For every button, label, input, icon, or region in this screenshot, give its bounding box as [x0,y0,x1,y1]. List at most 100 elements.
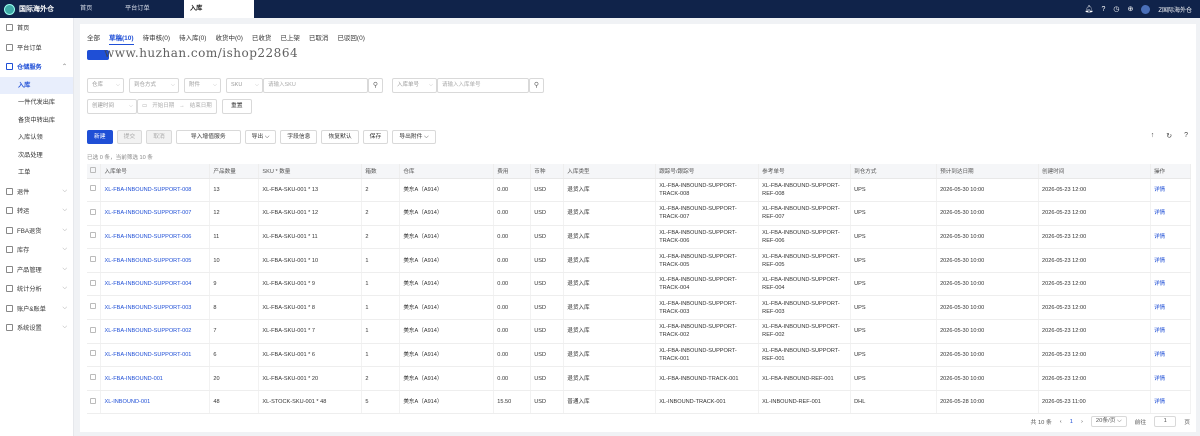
checkbox[interactable] [90,326,96,333]
status-tab[interactable]: 待审核(0) [143,32,170,45]
avatar[interactable] [1141,4,1151,14]
logo[interactable]: 国际海外仓 [0,0,74,18]
restore-default-button[interactable]: 恢复默认 [321,130,359,144]
checkbox[interactable] [90,303,96,310]
column-header[interactable]: 币种 [530,164,565,179]
sidebar-item[interactable]: 系统设置 ⌵ [0,318,73,338]
export-attachment-button[interactable]: 导出附件 ⌵ [392,130,436,144]
table-row[interactable]: XL-FBA-INBOUND-SUPPORT-007 12 XL-FBA-SKU-0… [87,201,1192,226]
column-header[interactable]: 入库单号 [100,164,211,179]
detail-link[interactable]: 详情 [1150,319,1192,344]
sidebar-item-sub[interactable]: 备货中转出库 [0,112,73,130]
sku-search-button[interactable]: ⚲ [368,78,383,93]
start-date[interactable]: 开始日期 [152,100,174,113]
sidebar-item-sub[interactable]: 入库认领 [0,129,73,147]
clock-icon[interactable]: ◷ [1113,5,1119,13]
detail-link[interactable]: 详情 [1150,295,1192,321]
status-tab[interactable]: 待入库(0) [179,32,206,45]
row-checkbox-cell[interactable] [87,366,102,391]
goto-input[interactable]: 1 [1154,416,1177,427]
detail-link[interactable]: 详情 [1150,201,1192,226]
export-button[interactable]: 导出 ⌵ [244,130,277,144]
date-range-input[interactable]: ▭ 开始日期 → 结束日期 [137,99,217,114]
table-row[interactable]: XL-FBA-INBOUND-001 20 XL-FBA-SKU-001 * 20 2… [87,366,1192,391]
checkbox[interactable] [90,350,96,357]
checkbox[interactable] [90,232,96,239]
row-checkbox-cell[interactable] [87,295,102,321]
attachment-select[interactable]: 附件 ⌵ [184,78,221,93]
inbound-no-link[interactable]: XL-FBA-INBOUND-001 [100,366,211,391]
inbound-no-select[interactable]: 入库单号 ⌵ [392,78,437,93]
inbound-no-link[interactable]: XL-FBA-INBOUND-SUPPORT-001 [100,343,211,368]
sidebar-item[interactable]: FBA退货 ⌵ [0,221,73,241]
globe-icon[interactable]: ⊕ [1127,5,1133,13]
status-tab[interactable]: 已取消 [309,32,329,45]
detail-link[interactable]: 详情 [1150,272,1192,297]
row-checkbox-cell[interactable] [87,225,102,250]
sidebar-item[interactable]: 转运 ⌵ [0,201,73,221]
import-service-button[interactable]: 导入增值服务 [175,130,241,144]
sku-type-select[interactable]: SKU ⌵ [226,78,263,93]
select-all-checkbox-cell[interactable] [87,164,102,179]
checkbox[interactable] [90,397,96,404]
sidebar-item-sub[interactable]: 次品处理 [0,147,73,165]
save-button[interactable]: 保存 [362,130,389,144]
checkbox[interactable] [90,166,96,173]
warehouse-select[interactable]: 仓库 ⌵ [87,78,124,93]
table-row[interactable]: XL-FBA-INBOUND-SUPPORT-002 7 XL-FBA-SKU-00… [87,319,1192,344]
sku-input[interactable]: 请输入SKU [263,78,368,93]
table-row[interactable]: XL-FBA-INBOUND-SUPPORT-004 9 XL-FBA-SKU-00… [87,272,1192,297]
row-checkbox-cell[interactable] [87,343,102,368]
detail-link[interactable]: 详情 [1150,366,1192,391]
sidebar-item-sub[interactable]: 工单 [0,164,73,182]
checkbox[interactable] [90,374,96,381]
checkbox[interactable] [90,208,96,215]
inbound-no-link[interactable]: XL-FBA-INBOUND-SUPPORT-006 [100,225,211,250]
sidebar-item[interactable]: 退件 ⌵ [0,182,73,202]
page-1[interactable]: 1 [1070,419,1073,425]
table-row[interactable]: XL-FBA-INBOUND-SUPPORT-005 10 XL-FBA-SKU-0… [87,248,1192,273]
table-row[interactable]: XL-INBOUND-001 48 XL-STOCK-SKU-001 * 48 5 美东… [87,390,1192,415]
tab-inbound[interactable]: 入库 [184,0,254,18]
username[interactable]: Z国际海外仓 [1158,5,1192,14]
table-row[interactable]: XL-FBA-INBOUND-SUPPORT-001 6 XL-FBA-SKU-00… [87,343,1192,368]
inbound-search-button[interactable]: ⚲ [529,78,544,93]
column-header[interactable]: 参考单号 [758,164,852,179]
field-info-button[interactable]: 字段信息 [280,130,318,144]
column-header[interactable]: 预计到达日期 [936,164,1040,179]
bell-icon[interactable]: 🔔︎ [1085,5,1094,13]
inbound-no-link[interactable]: XL-FBA-INBOUND-SUPPORT-003 [100,295,211,321]
status-tab[interactable]: 草稿(10) [109,32,134,45]
column-header[interactable]: 到仓方式 [850,164,938,179]
inbound-no-link[interactable]: XL-INBOUND-001 [100,390,211,415]
checkbox[interactable] [90,256,96,263]
inbound-no-link[interactable]: XL-FBA-INBOUND-SUPPORT-008 [100,178,211,203]
column-header[interactable]: 跟踪号/跟踪号 [655,164,760,179]
column-header[interactable]: 入库类型 [563,164,657,179]
inbound-no-link[interactable]: XL-FBA-INBOUND-SUPPORT-002 [100,319,211,344]
inbound-no-input[interactable]: 请输入入库单号 [437,78,529,93]
row-checkbox-cell[interactable] [87,248,102,273]
new-button[interactable]: 新建 [87,130,113,144]
row-checkbox-cell[interactable] [87,178,102,203]
next-page-icon[interactable]: › [1081,419,1083,425]
column-header[interactable]: 费用 [493,164,532,179]
inbound-no-link[interactable]: XL-FBA-INBOUND-SUPPORT-007 [100,201,211,226]
column-header[interactable]: 创建时间 [1038,164,1151,179]
tab-home[interactable]: 首页 [74,0,119,18]
column-header[interactable]: 操作 [1150,164,1192,179]
table-row[interactable]: XL-FBA-INBOUND-SUPPORT-008 13 XL-FBA-SKU-0… [87,178,1192,203]
inbound-no-link[interactable]: XL-FBA-INBOUND-SUPPORT-004 [100,272,211,297]
detail-link[interactable]: 详情 [1150,343,1192,368]
status-tab[interactable]: 已驳回(0) [337,32,364,45]
status-tab[interactable]: 已上架 [280,32,300,45]
status-tab[interactable]: 全部 [87,32,100,45]
status-tab[interactable]: 已收货 [252,32,272,45]
column-header[interactable]: 产品数量 [209,164,260,179]
sidebar-item-sub[interactable]: 入库 [0,76,73,94]
column-header[interactable]: 箱数 [361,164,401,179]
column-header[interactable]: 仓库 [399,164,495,179]
sidebar-item[interactable]: 账户&账单 ⌵ [0,299,73,319]
detail-link[interactable]: 详情 [1150,178,1192,203]
table-row[interactable]: XL-FBA-INBOUND-SUPPORT-006 11 XL-FBA-SKU-0… [87,225,1192,250]
